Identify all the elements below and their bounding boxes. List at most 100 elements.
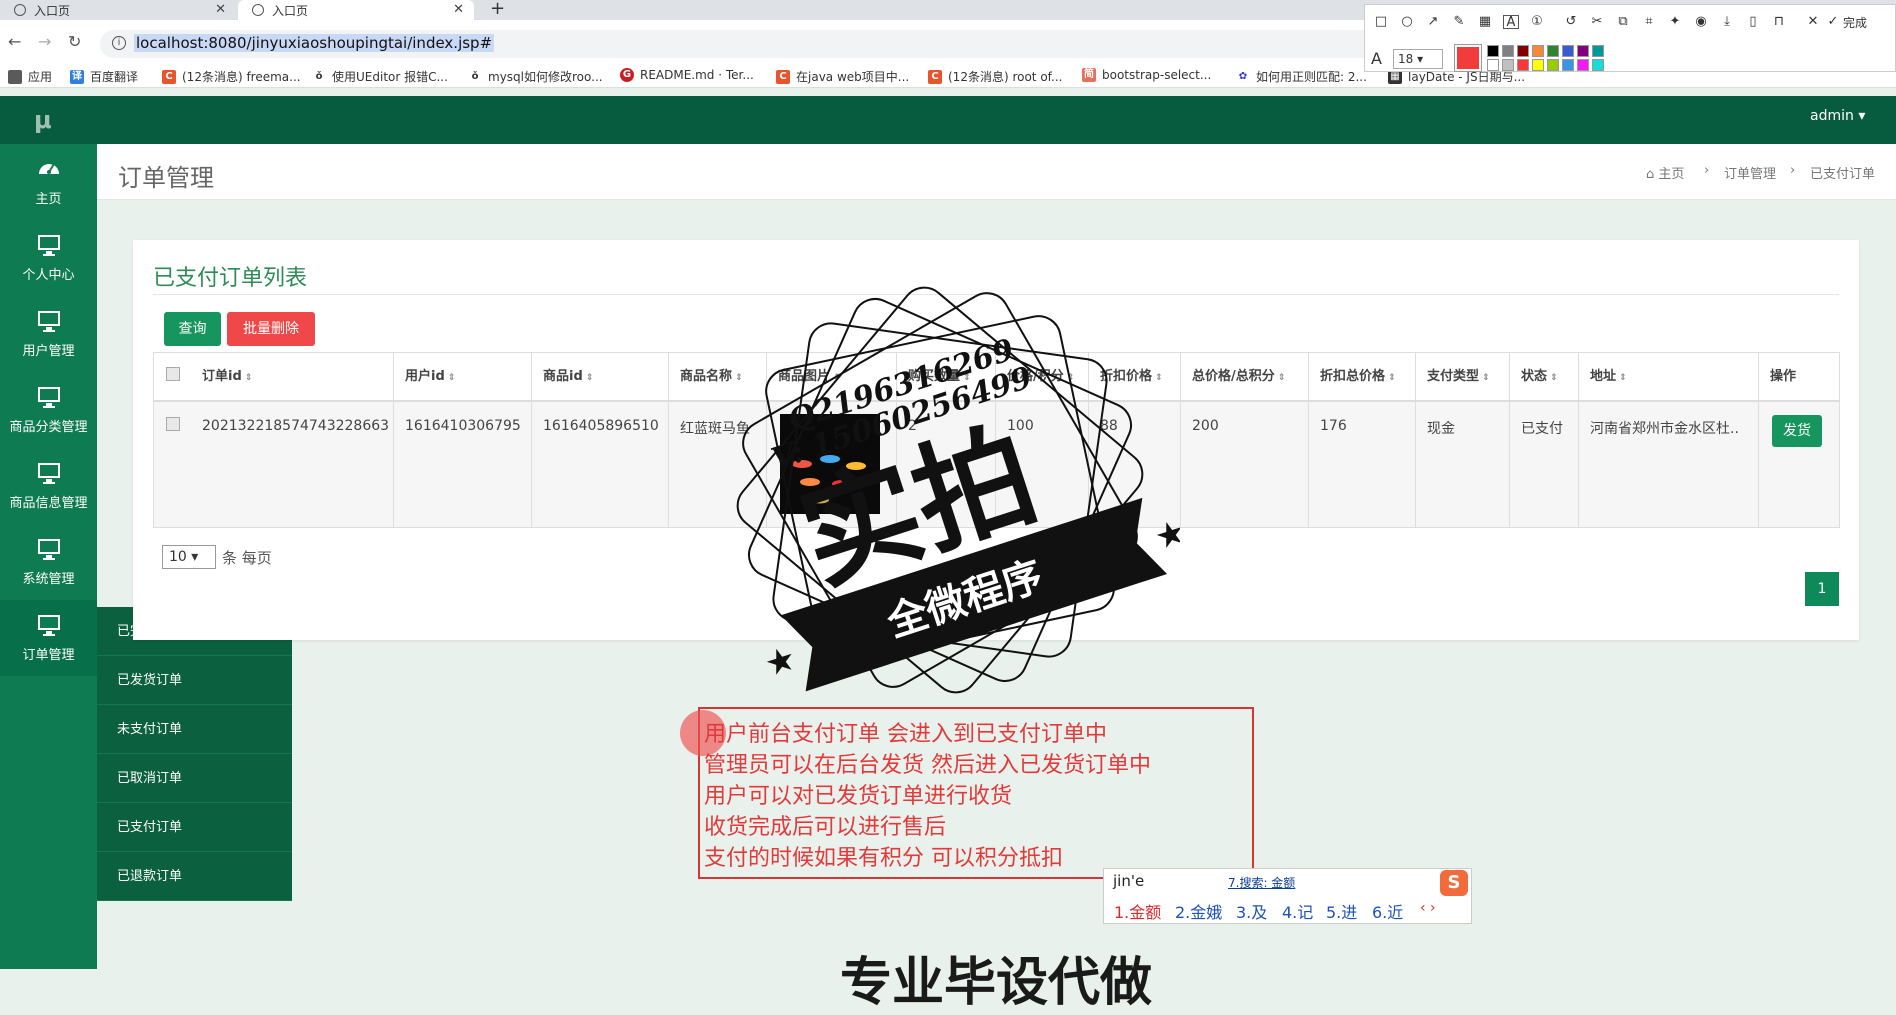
breadcrumb-home[interactable]: ⌂ 主页 (1646, 163, 1684, 182)
color-swatch[interactable] (1547, 45, 1559, 57)
reload-icon[interactable]: ↻ (68, 32, 81, 51)
color-swatch[interactable] (1532, 59, 1544, 71)
phone-icon[interactable]: ▯ (1745, 15, 1761, 29)
color-swatch[interactable] (1562, 45, 1574, 57)
ship-button[interactable]: 发货 (1772, 415, 1822, 447)
sidebar-item[interactable]: 商品信息管理 (0, 448, 97, 524)
done-button[interactable]: 完成 (1843, 14, 1867, 31)
ime-candidate[interactable]: 2.金娥 (1175, 899, 1222, 923)
submenu-item[interactable]: 已发货订单 (97, 656, 292, 705)
ellipse-tool-icon[interactable]: ○ (1399, 15, 1415, 29)
bookmark-item[interactable]: ✿ 如何用正则匹配: 2... (1236, 68, 1367, 85)
bookmark-item[interactable]: 译百度翻译 (70, 68, 138, 85)
ime-search-option[interactable]: 7.搜索: 金额 (1228, 874, 1295, 891)
ime-candidate[interactable]: 5.进 (1326, 899, 1357, 923)
breadcrumb-orders[interactable]: 订单管理 (1724, 163, 1776, 182)
column-header[interactable]: 商品图片 ⇕ (768, 353, 897, 401)
mosaic-tool-icon[interactable]: ▦ (1477, 15, 1493, 29)
screen-capture-icon[interactable]: ⌗ (1641, 15, 1657, 29)
forward-icon[interactable]: → (38, 32, 51, 51)
color-swatch[interactable] (1532, 45, 1544, 57)
color-swatch[interactable] (1502, 45, 1514, 57)
bookmark-item[interactable]: 简 bootstrap-select... (1082, 68, 1211, 82)
browser-tab-active[interactable]: 入口页 ✕ (238, 0, 474, 20)
pen-tool-icon[interactable]: ✎ (1451, 15, 1467, 29)
column-header[interactable]: 状态 ⇕ (1511, 353, 1579, 401)
select-all-checkbox[interactable] (166, 367, 180, 381)
number-tool-icon[interactable]: ① (1529, 15, 1545, 29)
bookmark-icon[interactable]: ⊓ (1771, 15, 1787, 29)
undo-icon[interactable]: ↺ (1563, 15, 1579, 29)
color-swatch[interactable] (1517, 59, 1529, 71)
submenu-item[interactable]: 已支付订单 (97, 803, 292, 852)
column-header[interactable]: 地址 ⇕ (1580, 353, 1759, 401)
scissors-icon[interactable]: ✂ (1589, 15, 1605, 29)
query-button[interactable]: 查询 (164, 312, 221, 346)
user-menu[interactable]: admin ▾ (1810, 108, 1865, 124)
color-swatch[interactable] (1592, 59, 1604, 71)
sidebar-item[interactable]: 用户管理 (0, 296, 97, 372)
color-swatch[interactable] (1487, 45, 1499, 57)
color-swatch[interactable] (1577, 45, 1589, 57)
close-tab-icon[interactable]: ✕ (453, 2, 464, 17)
column-header[interactable]: 价格/积分 ⇕ (997, 353, 1089, 401)
sidebar-item[interactable]: 商品分类管理 (0, 372, 97, 448)
color-swatch[interactable] (1592, 45, 1604, 57)
record-icon[interactable]: ◉ (1693, 15, 1709, 29)
column-header[interactable]: 商品id ⇕ (533, 353, 669, 401)
arrow-tool-icon[interactable]: ↗ (1425, 15, 1441, 29)
ime-page-arrows[interactable]: ‹ › (1420, 900, 1436, 916)
info-icon[interactable]: i (112, 36, 126, 50)
sidebar-item[interactable]: 系统管理 (0, 524, 97, 600)
column-header[interactable]: 购买数量 ⇕ (898, 353, 996, 401)
bookmark-item[interactable]: G README.md · Ter... (620, 68, 754, 82)
bookmark-apps[interactable]: 应用 (8, 68, 52, 85)
sidebar-item[interactable]: 主页 (0, 144, 97, 220)
bookmark-item[interactable]: C (12条消息) freema... (162, 68, 301, 85)
column-header[interactable]: 折扣总价格 ⇕ (1310, 353, 1416, 401)
column-header[interactable]: 商品名称 ⇕ (670, 353, 767, 401)
color-swatch[interactable] (1577, 59, 1589, 71)
bookmark-item[interactable]: C 在java web项目中... (776, 68, 909, 85)
submenu-item[interactable]: 已退款订单 (97, 852, 292, 901)
sidebar-item[interactable]: 订单管理 (0, 600, 97, 676)
url-text[interactable]: localhost:8080/jinyuxiaoshoupingtai/inde… (134, 34, 495, 52)
column-header[interactable]: 用户id ⇕ (395, 353, 532, 401)
bookmark-item[interactable]: C (12条消息) root of... (928, 68, 1062, 85)
column-header[interactable]: 支付类型 ⇕ (1417, 353, 1510, 401)
column-header[interactable]: 订单id ⇕ (192, 353, 394, 401)
text-tool-icon[interactable]: A (1503, 15, 1519, 30)
batch-delete-button[interactable]: 批量删除 (227, 312, 315, 346)
ocr-icon[interactable]: ⧉ (1615, 15, 1631, 29)
row-checkbox[interactable] (166, 417, 180, 431)
back-icon[interactable]: ← (8, 32, 21, 51)
color-swatch[interactable] (1502, 59, 1514, 71)
ime-candidate[interactable]: 1.金额 (1114, 899, 1161, 923)
sidebar-item[interactable]: 个人中心 (0, 220, 97, 296)
rectangle-tool-icon[interactable]: □ (1373, 15, 1389, 29)
column-header[interactable]: 折扣价格 ⇕ (1090, 353, 1181, 401)
browser-tab[interactable]: 入口页 ✕ (0, 0, 236, 20)
close-tab-icon[interactable]: ✕ (215, 2, 226, 17)
color-swatch[interactable] (1547, 59, 1559, 71)
ime-candidate[interactable]: 6.近 (1372, 899, 1403, 923)
new-tab-icon[interactable]: + (490, 0, 505, 19)
color-swatch[interactable] (1487, 59, 1499, 71)
current-color-swatch[interactable] (1454, 44, 1482, 72)
pin-icon[interactable]: ✦ (1667, 15, 1683, 29)
confirm-icon[interactable]: ✓ (1825, 15, 1841, 29)
submenu-item[interactable]: 未支付订单 (97, 705, 292, 754)
font-size-select[interactable]: 18 ▾ (1393, 49, 1443, 69)
column-header[interactable]: 总价格/总积分 ⇕ (1182, 353, 1309, 401)
bookmark-item[interactable]: ǒ 使用UEditor 报错C... (312, 68, 448, 85)
pagination-page-1[interactable]: 1 (1805, 572, 1839, 606)
ime-candidate[interactable]: 3.及 (1236, 899, 1267, 923)
bookmark-item[interactable]: ǒ mysql如何修改roo... (468, 68, 603, 85)
color-swatch[interactable] (1562, 59, 1574, 71)
submenu-item[interactable]: 已取消订单 (97, 754, 292, 803)
page-size-select[interactable]: 10 ▾ (162, 545, 216, 569)
cancel-icon[interactable]: ✕ (1805, 15, 1821, 29)
download-icon[interactable]: ⤓ (1719, 15, 1735, 29)
ime-candidate[interactable]: 4.记 (1282, 899, 1313, 923)
color-swatch[interactable] (1517, 45, 1529, 57)
